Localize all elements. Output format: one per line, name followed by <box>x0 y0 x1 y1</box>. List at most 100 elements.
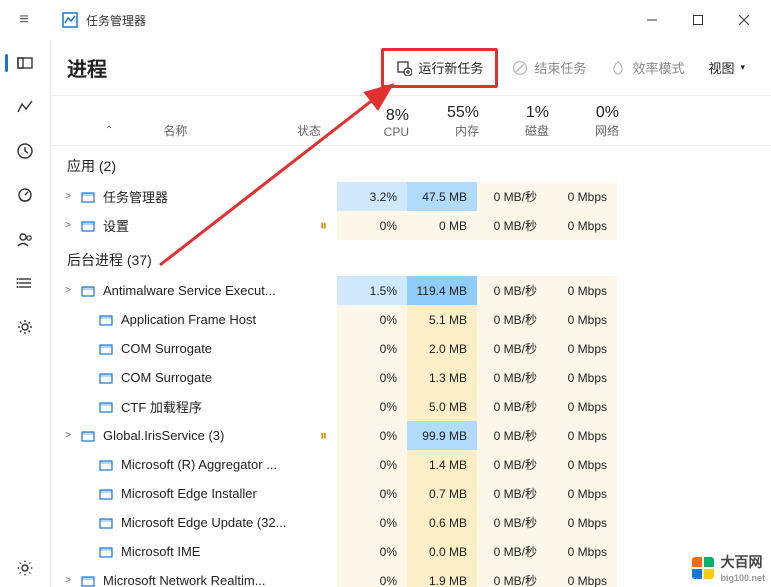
process-name: 任务管理器 <box>103 187 168 206</box>
disk-cell: 0 MB/秒 <box>477 421 547 450</box>
new-task-button[interactable]: 运行新任务 <box>386 51 493 85</box>
process-name: Microsoft Edge Update (32... <box>121 515 286 530</box>
memory-cell: 0.6 MB <box>407 508 477 537</box>
sidebar-startup[interactable] <box>5 176 45 214</box>
column-header: ⌃ 名称 状态 8%CPU 55%内存 1%磁盘 0%网络 <box>51 96 771 146</box>
sidebar-performance[interactable] <box>5 88 45 126</box>
sidebar-users[interactable] <box>5 220 45 258</box>
expand-icon[interactable]: > <box>59 191 77 202</box>
page-title: 进程 <box>67 53 107 82</box>
main-panel: 进程 运行新任务 结束任务 效率模式 视图 <box>50 40 771 587</box>
process-name: Microsoft (R) Aggregator ... <box>121 457 277 472</box>
hamburger-icon[interactable]: ≡ <box>4 11 44 29</box>
sidebar-details[interactable] <box>5 264 45 302</box>
disk-cell: 0 MB/秒 <box>477 211 547 240</box>
process-name: Antimalware Service Execut... <box>103 283 276 298</box>
process-row[interactable]: > Antimalware Service Execut... 1.5%119.4 … <box>51 276 771 305</box>
process-name: Application Frame Host <box>121 312 256 327</box>
network-cell: 0 Mbps <box>547 363 617 392</box>
view-label: 视图 <box>708 58 734 77</box>
new-task-label: 运行新任务 <box>418 58 483 77</box>
end-task-button[interactable]: 结束任务 <box>502 51 596 85</box>
network-cell: 0 Mbps <box>547 334 617 363</box>
col-network[interactable]: 0%网络 <box>557 104 627 139</box>
minimize-button[interactable] <box>629 4 675 36</box>
memory-cell: 119.4 MB <box>407 276 477 305</box>
cpu-cell: 0% <box>337 508 407 537</box>
network-cell: 0 Mbps <box>547 392 617 421</box>
process-name: Global.IrisService (3) <box>103 428 224 443</box>
process-row[interactable]: Microsoft IME0%0.0 MB0 MB/秒0 Mbps <box>51 537 771 566</box>
disk-cell: 0 MB/秒 <box>477 392 547 421</box>
process-icon <box>79 189 97 205</box>
efficiency-label: 效率模式 <box>632 58 684 77</box>
sidebar-settings[interactable] <box>5 549 45 587</box>
process-name: 设置 <box>103 216 129 235</box>
col-disk[interactable]: 1%磁盘 <box>487 104 557 139</box>
expand-icon[interactable]: > <box>59 430 77 441</box>
expand-icon[interactable]: > <box>59 220 77 231</box>
memory-cell: 5.1 MB <box>407 305 477 334</box>
disk-cell: 0 MB/秒 <box>477 276 547 305</box>
sort-icon[interactable]: ⌃ <box>105 125 113 136</box>
process-row[interactable]: >Global.IrisService (3)⏸0%99.9 MB0 MB/秒0… <box>51 421 771 450</box>
close-button[interactable] <box>721 4 767 36</box>
process-row[interactable]: COM Surrogate 0%1.3 MB0 MB/秒0 Mbps <box>51 363 771 392</box>
process-icon <box>97 399 115 415</box>
process-row[interactable]: >设置⏸0%0 MB0 MB/秒0 Mbps <box>51 211 771 240</box>
col-status[interactable]: 状态 <box>297 124 321 138</box>
process-row[interactable]: Microsoft Edge Installer0%0.7 MB0 MB/秒0 … <box>51 479 771 508</box>
memory-cell: 1.4 MB <box>407 450 477 479</box>
col-memory[interactable]: 55%内存 <box>417 104 487 139</box>
disk-cell: 0 MB/秒 <box>477 182 547 211</box>
network-cell: 0 Mbps <box>547 537 617 566</box>
cpu-cell: 3.2% <box>337 182 407 211</box>
process-icon <box>97 486 115 502</box>
process-row[interactable]: >Microsoft Network Realtim...0%1.9 MB0 M… <box>51 566 771 587</box>
process-name: COM Surrogate <box>121 370 212 385</box>
col-name[interactable]: 名称 <box>163 122 187 139</box>
process-row[interactable]: Microsoft Edge Update (32... 0%0.6 MB0 MB… <box>51 508 771 537</box>
disk-cell: 0 MB/秒 <box>477 479 547 508</box>
expand-icon[interactable]: > <box>59 575 77 586</box>
disk-cell: 0 MB/秒 <box>477 508 547 537</box>
maximize-button[interactable] <box>675 4 721 36</box>
watermark-url: big100.net <box>720 574 765 583</box>
memory-cell: 99.9 MB <box>407 421 477 450</box>
network-cell: 0 Mbps <box>547 305 617 334</box>
sidebar-app-history[interactable] <box>5 132 45 170</box>
cpu-cell: 0% <box>337 334 407 363</box>
network-cell: 0 Mbps <box>547 566 617 587</box>
process-row[interactable]: CTF 加载程序0%5.0 MB0 MB/秒0 Mbps <box>51 392 771 421</box>
memory-cell: 5.0 MB <box>407 392 477 421</box>
process-name: CTF 加载程序 <box>121 397 202 416</box>
efficiency-button[interactable]: 效率模式 <box>600 51 694 85</box>
process-name: Microsoft Edge Installer <box>121 486 257 501</box>
efficiency-icon <box>610 60 626 76</box>
sidebar-services[interactable] <box>5 308 45 346</box>
network-cell: 0 Mbps <box>547 450 617 479</box>
cpu-cell: 0% <box>337 363 407 392</box>
highlight-annotation: 运行新任务 <box>381 48 498 88</box>
end-task-icon <box>512 60 528 76</box>
page-header: 进程 运行新任务 结束任务 效率模式 视图 <box>51 40 771 96</box>
process-icon <box>79 573 97 587</box>
process-name: Microsoft Network Realtim... <box>103 573 266 587</box>
process-icon <box>97 544 115 560</box>
process-name: Microsoft IME <box>121 544 200 559</box>
process-row[interactable]: Application Frame Host0%5.1 MB0 MB/秒0 Mb… <box>51 305 771 334</box>
disk-cell: 0 MB/秒 <box>477 450 547 479</box>
sidebar-processes[interactable] <box>5 44 45 82</box>
process-icon <box>97 515 115 531</box>
disk-cell: 0 MB/秒 <box>477 363 547 392</box>
cpu-cell: 1.5% <box>337 276 407 305</box>
process-icon <box>79 428 97 444</box>
process-row[interactable]: >任务管理器3.2%47.5 MB0 MB/秒0 Mbps <box>51 182 771 211</box>
process-row[interactable]: Microsoft (R) Aggregator ...0%1.4 MB0 MB… <box>51 450 771 479</box>
expand-icon[interactable]: > <box>59 285 77 296</box>
col-cpu[interactable]: 8%CPU <box>347 107 417 139</box>
network-cell: 0 Mbps <box>547 479 617 508</box>
memory-cell: 1.3 MB <box>407 363 477 392</box>
process-row[interactable]: COM Surrogate0%2.0 MB0 MB/秒0 Mbps <box>51 334 771 363</box>
view-menu-button[interactable]: 视图 ▾ <box>698 51 755 85</box>
